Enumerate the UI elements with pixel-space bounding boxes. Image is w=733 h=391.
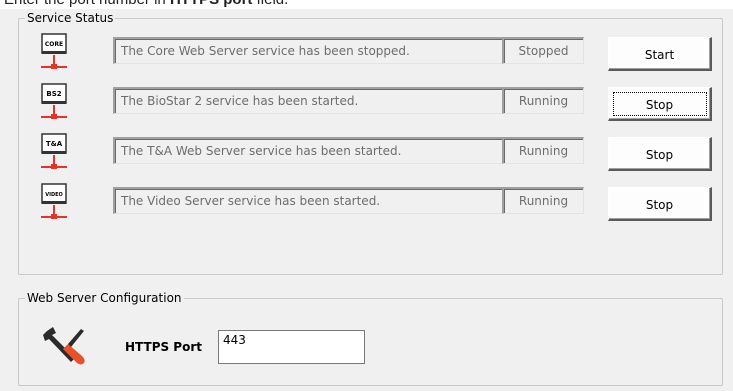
ta-server-icon: T&A (41, 133, 67, 169)
ta-stop-button[interactable]: Stop (608, 137, 712, 171)
instruction-caption: Enter the port number in HTTPS port fiel… (0, 0, 733, 9)
svg-text:CORE: CORE (45, 41, 63, 48)
video-server-icon: VIDEO (41, 183, 67, 219)
service-row-core: CORE The Core Web Server service has bee… (19, 31, 722, 77)
core-state-field: Stopped (502, 37, 584, 64)
service-status-group: Service Status CORE The Core Web Server … (18, 10, 723, 275)
biostar2-server-icon: BS2 (41, 83, 67, 119)
core-server-icon: CORE (41, 33, 67, 69)
bs2-stop-button[interactable]: Stop (608, 87, 712, 121)
service-row-bs2: BS2 The BioStar 2 service has been start… (19, 81, 722, 127)
video-stop-button[interactable]: Stop (608, 187, 712, 221)
caption-bold: HTTPS port (170, 0, 253, 8)
core-status-message: The Core Web Server service has been sto… (113, 37, 504, 64)
service-row-ta: T&A The T&A Web Server service has been … (19, 131, 722, 177)
svg-text:T&A: T&A (46, 140, 63, 148)
ta-state-field: Running (502, 137, 584, 164)
svg-text:BS2: BS2 (46, 90, 61, 98)
caption-suffix: field. (252, 0, 289, 8)
caption-prefix: Enter the port number in (4, 0, 170, 8)
svg-text:VIDEO: VIDEO (45, 192, 63, 198)
service-status-legend: Service Status (25, 10, 116, 26)
web-server-config-group: Web Server Configuration HTTPS Port 443 (18, 290, 723, 386)
video-state-field: Running (502, 187, 584, 214)
web-server-config-legend: Web Server Configuration (25, 290, 184, 306)
bs2-state-field: Running (502, 87, 584, 114)
https-port-label: HTTPS Port (125, 340, 202, 354)
core-start-button[interactable]: Start (608, 37, 712, 71)
video-status-message: The Video Server service has been starte… (113, 187, 504, 214)
bs2-status-message: The BioStar 2 service has been started. (113, 87, 504, 114)
ta-status-message: The T&A Web Server service has been star… (113, 137, 504, 164)
https-port-input[interactable]: 443 (218, 330, 365, 364)
tools-icon (43, 327, 85, 365)
service-row-video: VIDEO The Video Server service has been … (19, 181, 722, 227)
